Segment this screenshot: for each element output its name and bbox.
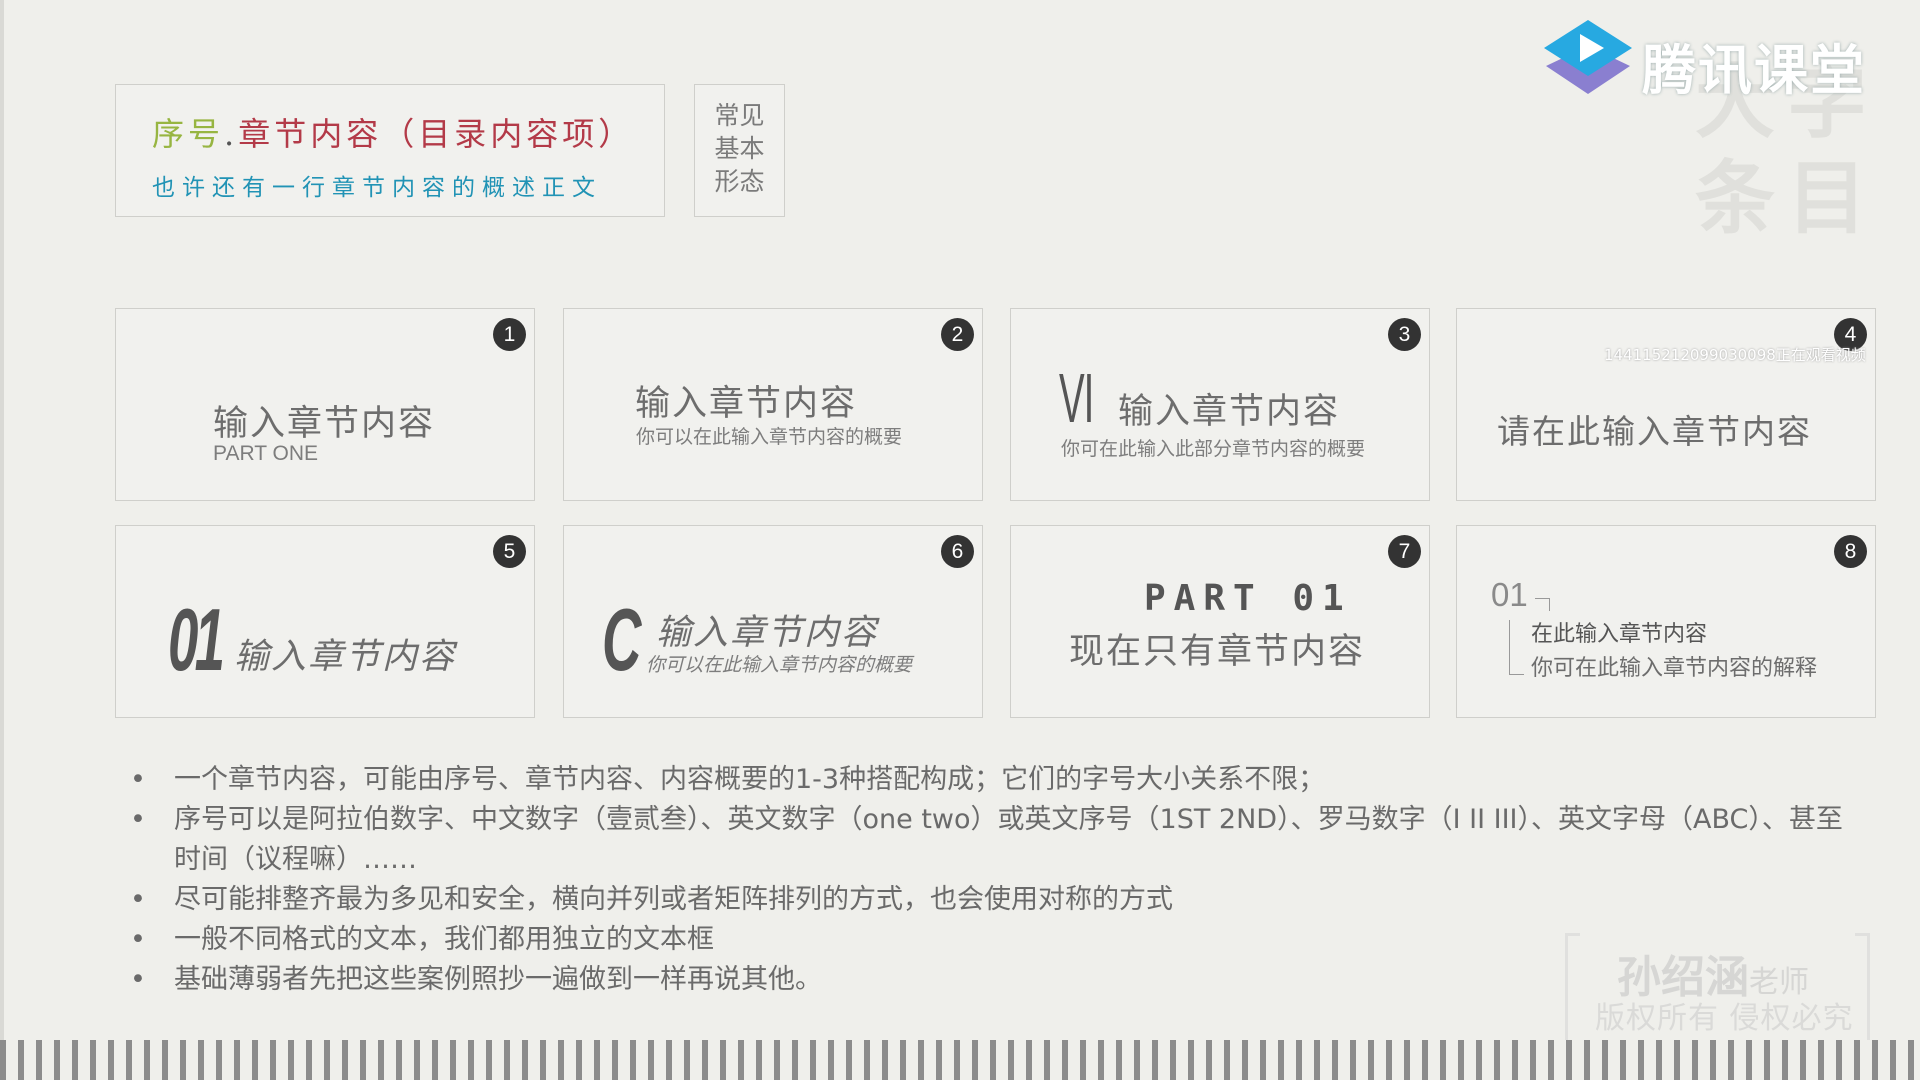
stamp-bracket-left: [1565, 933, 1580, 1051]
number-badge: 6: [941, 535, 974, 568]
bullet-dot: •: [130, 804, 146, 835]
list-item: • 一个章节内容，可能由序号、章节内容、内容概要的1-3种搭配构成；它们的字号大…: [128, 760, 1868, 800]
card-numeral: 01: [1491, 576, 1528, 613]
card-6: 6 C 输入章节内容 你可以在此输入章节内容的概要: [563, 525, 983, 718]
chapter-label: 章节内容（目录内容项）: [238, 115, 635, 153]
list-item-text: 基础薄弱者先把这些案例照抄一遍做到一样再说其他。: [174, 964, 822, 995]
card-subtitle: 你可在此输入章节内容的解释: [1531, 656, 1818, 681]
bracket-corner: [1535, 598, 1550, 611]
card-subtitle: 你可以在此输入章节内容的概要: [646, 654, 913, 676]
number-badge: 2: [941, 318, 974, 351]
seq-label: 序号: [152, 115, 225, 153]
form-line-3: 形态: [714, 167, 765, 196]
bullet-dot: •: [130, 964, 146, 995]
card-title: 现在只有章节内容: [1069, 632, 1366, 672]
stamp-bracket-right: [1855, 933, 1870, 1051]
left-edge: [0, 0, 4, 1080]
copyright-stamp: 孙绍涵老师 版权所有 侵权必究: [1565, 933, 1870, 1051]
seq-dot: .: [224, 115, 239, 153]
card-title: 输入章节内容: [234, 637, 457, 677]
card-7: 7 PART 01 现在只有章节内容: [1010, 525, 1430, 718]
list-item-text: 一般不同格式的文本，我们都用独立的文本框: [174, 924, 714, 955]
logo-text: 腾讯课堂: [1642, 39, 1866, 102]
number-badge: 5: [493, 535, 526, 568]
card-subtitle: 你可以在此输入章节内容的概要: [636, 426, 903, 448]
bracket-line: [1509, 620, 1524, 675]
number-badge: 3: [1388, 318, 1421, 351]
bottom-stripe-border: [0, 1040, 1920, 1080]
form-line-2: 基本: [714, 134, 765, 163]
card-5: 5 01 输入章节内容: [115, 525, 535, 718]
card-2: 2 输入章节内容 你可以在此输入章节内容的概要: [563, 308, 983, 501]
list-item-text: 尽可能排整齐最为多见和安全，横向并列或者矩阵排列的方式，也会使用对称的方式: [174, 884, 1173, 915]
card-title: 请在此输入章节内容: [1497, 412, 1812, 451]
bullet-dot: •: [130, 764, 146, 795]
number-badge: 1: [493, 318, 526, 351]
card-title: 输入章节内容: [213, 404, 436, 444]
play-icon: [1544, 20, 1632, 94]
example-title-box: 序号.章节内容（目录内容项） 也许还有一行章节内容的概述正文: [115, 84, 665, 217]
card-title: 在此输入章节内容: [1531, 622, 1708, 647]
card-title: 输入章节内容: [656, 613, 879, 653]
card-8: 8 01 在此输入章节内容 你可在此输入章节内容的解释: [1456, 525, 1876, 718]
card-title: 输入章节内容: [1118, 392, 1341, 432]
list-item-text: 一个章节内容，可能由序号、章节内容、内容概要的1-3种搭配构成；它们的字号大小关…: [174, 764, 1326, 795]
summary-label: 也许还有一行章节内容的概述正文: [152, 175, 602, 201]
list-item: • 尽可能排整齐最为多见和安全，横向并列或者矩阵排列的方式，也会使用对称的方式: [128, 880, 1868, 920]
list-item: • 序号可以是阿拉伯数字、中文数字（壹贰叁）、英文数字（one two）或英文序…: [128, 800, 1868, 880]
card-3: 3 VI 输入章节内容 你可在此输入此部分章节内容的概要: [1010, 308, 1430, 501]
card-subtitle: 你可在此输入此部分章节内容的概要: [1061, 438, 1366, 460]
stamp-copyright: 版权所有 侵权必究: [1595, 1001, 1854, 1036]
card-1: 1 输入章节内容 PART ONE: [115, 308, 535, 501]
form-line-1: 常见: [714, 101, 765, 130]
card-subtitle: PART ONE: [213, 442, 319, 465]
viewer-watermark: 144115212099030098正在观看视频: [1604, 346, 1866, 364]
number-badge: 8: [1834, 535, 1867, 568]
example-title-line: 序号.章节内容（目录内容项）: [152, 109, 634, 155]
card-numeral: C: [602, 590, 641, 689]
bullet-dot: •: [130, 884, 146, 915]
bullet-dot: •: [130, 924, 146, 955]
card-title: 输入章节内容: [635, 384, 858, 424]
part-label: PART 01: [1144, 578, 1352, 619]
tencent-classroom-logo: 腾讯课堂: [1542, 18, 1864, 102]
card-numeral: VI: [1059, 359, 1094, 437]
number-badge: 7: [1388, 535, 1421, 568]
card-4: 4 请在此输入章节内容: [1456, 308, 1876, 501]
card-numeral: 01: [168, 590, 225, 689]
list-item-text: 序号可以是阿拉伯数字、中文数字（壹贰叁）、英文数字（one two）或英文序号（…: [174, 804, 1843, 875]
ghost-line-2: 条目: [1695, 152, 1879, 245]
common-forms-box: 常见 基本 形态: [694, 84, 785, 217]
